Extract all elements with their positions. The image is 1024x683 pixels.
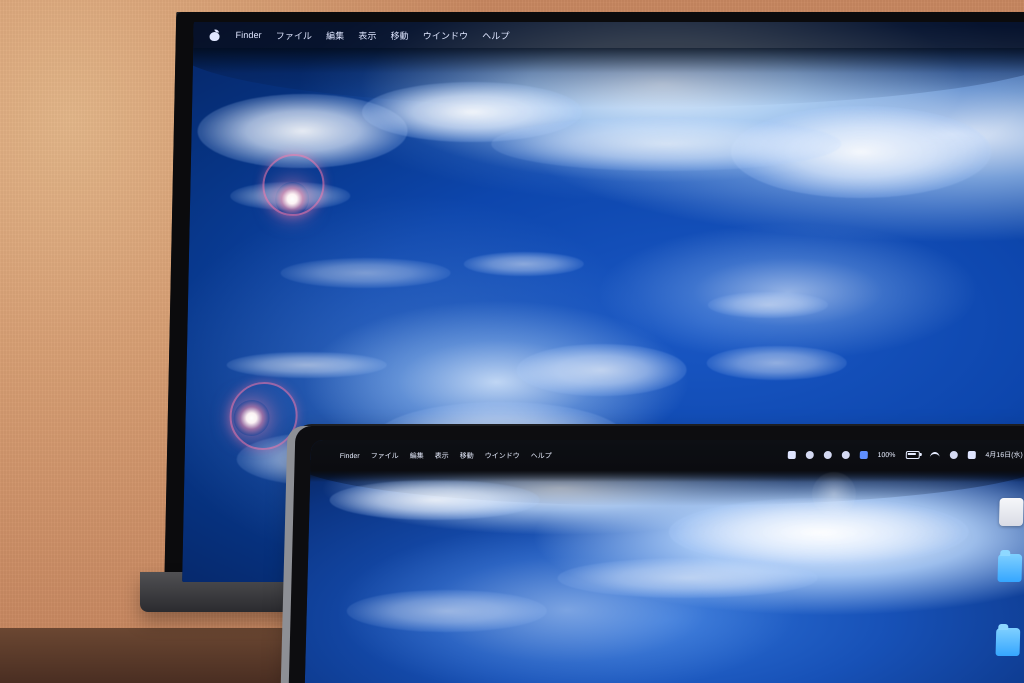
menu-go[interactable]: 移動 <box>390 29 408 42</box>
laptop-menu-edit[interactable]: 編集 <box>409 451 424 461</box>
laptop-cloud-bottom-left <box>346 590 548 632</box>
laptop-screen: Finder ファイル 編集 表示 移動 ウインドウ ヘルプ 100% 4月16 <box>304 440 1024 683</box>
laptop-menu-help[interactable]: ヘルプ <box>530 451 552 461</box>
cloud-cluster-right-1 <box>707 292 829 318</box>
cloud-cluster-mid-1 <box>463 252 585 276</box>
external-menu-bar: Finder ファイル 編集 表示 移動 ウインドウ ヘルプ <box>193 22 1024 48</box>
status-square-icon[interactable] <box>787 451 796 459</box>
foreground-bokeh <box>812 472 856 516</box>
laptop-menu-window[interactable]: ウインドウ <box>484 451 520 461</box>
control-center-icon[interactable] <box>949 451 958 459</box>
cloud-cluster-left-2 <box>280 258 451 288</box>
laptop-cloud-band-left <box>329 480 541 520</box>
apple-icon[interactable] <box>209 30 219 41</box>
menu-edit[interactable]: 編集 <box>326 29 344 42</box>
menu-file[interactable]: ファイル <box>276 29 313 42</box>
menu-window[interactable]: ウインドウ <box>423 29 469 42</box>
menu-help[interactable]: ヘルプ <box>482 29 510 42</box>
laptop-menu-left: Finder ファイル 編集 表示 移動 ウインドウ ヘルプ <box>329 451 552 461</box>
cloud-band-ridge <box>490 117 842 171</box>
cloud-cluster-left-3 <box>226 352 387 378</box>
status-display-icon[interactable] <box>823 451 832 459</box>
desktop-folder-icon[interactable] <box>997 554 1023 582</box>
status-date: 4月16日(水) <box>985 452 1023 459</box>
cloud-cluster-right-2 <box>706 346 848 380</box>
status-search-icon[interactable] <box>805 451 814 459</box>
desk-setup-photo: Finder ファイル 編集 表示 移動 ウインドウ ヘルプ Finder ファ… <box>0 0 1024 683</box>
laptop-menu-finder[interactable]: Finder <box>340 453 360 460</box>
laptop-menu-go[interactable]: 移動 <box>459 451 474 461</box>
laptop-status-area: 100% 4月16日(水) <box>787 450 1023 460</box>
battery-percentage: 100% <box>877 451 896 459</box>
status-bluetooth-icon[interactable] <box>841 451 850 459</box>
desktop-folder-icon-second[interactable] <box>995 628 1021 656</box>
laptop-cloud-band-lower <box>557 558 819 598</box>
battery-icon[interactable] <box>905 451 920 459</box>
laptop-menu-bar: Finder ファイル 編集 表示 移動 ウインドウ ヘルプ 100% 4月16 <box>310 440 1024 482</box>
notification-icon[interactable] <box>967 451 976 459</box>
wifi-icon[interactable] <box>929 452 939 459</box>
menu-finder[interactable]: Finder <box>235 30 261 40</box>
cloud-cluster-mid-2 <box>516 344 688 396</box>
status-app-icon[interactable] <box>859 451 868 459</box>
laptop-menu-view[interactable]: 表示 <box>434 451 449 461</box>
laptop-menu-file[interactable]: ファイル <box>370 451 399 461</box>
menu-view[interactable]: 表示 <box>358 29 376 42</box>
desktop-document-icon[interactable] <box>998 498 1024 526</box>
